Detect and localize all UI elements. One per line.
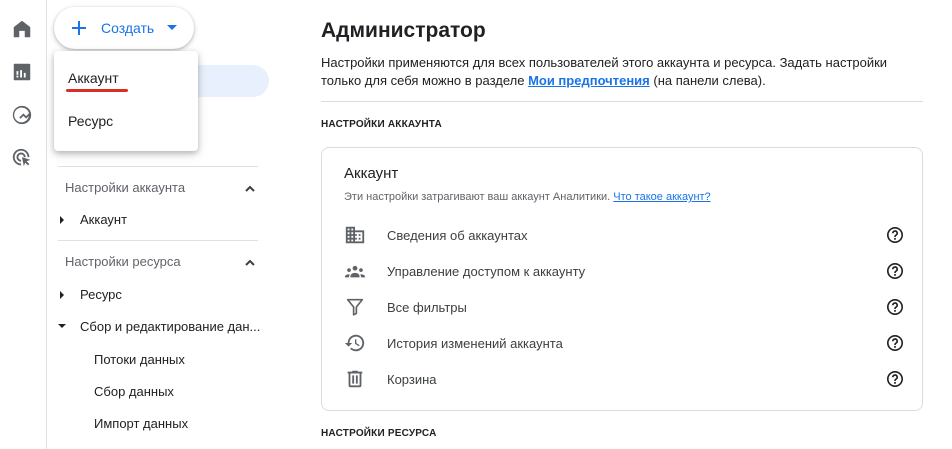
menu-item-property[interactable]: Ресурс (68, 113, 113, 129)
page-title: Администратор (321, 19, 486, 42)
help-icon[interactable] (886, 226, 904, 244)
description-text-end: (на панели слева). (649, 73, 766, 88)
expand-arrow-icon[interactable] (60, 291, 64, 299)
nav-item-data-streams[interactable]: Потоки данных (94, 352, 185, 367)
nav-item-data-collection[interactable]: Сбор и редактирование дан... (80, 319, 260, 334)
people-icon (344, 260, 366, 282)
card-subtitle: Эти настройки затрагивают ваш аккаунт Ан… (344, 191, 711, 203)
explore-icon[interactable] (10, 103, 34, 127)
nav-divider (58, 240, 258, 241)
building-icon (344, 224, 366, 246)
row-change-history[interactable]: История изменений аккаунта (344, 332, 904, 356)
nav-section-property-settings[interactable]: Настройки ресурса (65, 254, 181, 269)
row-label: Все фильтры (387, 300, 467, 315)
section-divider (321, 101, 923, 102)
chevron-up-icon[interactable] (244, 182, 256, 194)
advertising-icon[interactable] (10, 146, 34, 170)
expand-arrow-icon[interactable] (60, 216, 64, 224)
nav-item-account[interactable]: Аккаунт (80, 212, 127, 227)
help-icon[interactable] (886, 262, 904, 280)
reports-icon[interactable] (10, 60, 34, 84)
row-account-details[interactable]: Сведения об аккаунтах (344, 224, 904, 248)
nav-item-data-import[interactable]: Импорт данных (94, 416, 188, 431)
nav-item-data-collection-sub[interactable]: Сбор данных (94, 384, 174, 399)
filter-icon (344, 296, 366, 318)
collapse-arrow-icon[interactable] (58, 324, 66, 328)
page-description: Настройки применяются для всех пользоват… (321, 54, 911, 90)
row-label: Сведения об аккаунтах (387, 228, 528, 243)
create-button-label: Создать (101, 20, 155, 36)
help-icon[interactable] (886, 370, 904, 388)
what-is-account-link[interactable]: Что такое аккаунт? (613, 191, 710, 203)
row-label: Корзина (387, 372, 437, 387)
card-subtitle-text: Эти настройки затрагивают ваш аккаунт Ан… (344, 191, 614, 203)
my-preferences-link[interactable]: Мои предпочтения (528, 73, 650, 88)
left-nav: Создать Аккаунт Ресурс Настройки аккаунт… (47, 0, 277, 449)
account-settings-heading: НАСТРОЙКИ АККАУНТА (321, 119, 442, 130)
chevron-up-icon[interactable] (244, 256, 256, 268)
row-trash[interactable]: Корзина (344, 368, 904, 392)
chevron-down-icon (167, 25, 177, 30)
history-icon (344, 332, 366, 354)
account-card: Аккаунт Эти настройки затрагивают ваш ак… (321, 147, 923, 411)
help-icon[interactable] (886, 334, 904, 352)
row-label: Управление доступом к аккаунту (387, 264, 586, 279)
card-title: Аккаунт (344, 165, 399, 182)
plus-icon (72, 21, 86, 35)
home-icon[interactable] (10, 17, 34, 41)
trash-icon (344, 368, 366, 390)
menu-item-account[interactable]: Аккаунт (68, 70, 119, 86)
help-icon[interactable] (886, 298, 904, 316)
nav-item-property[interactable]: Ресурс (80, 287, 122, 302)
nav-section-account-settings[interactable]: Настройки аккаунта (65, 180, 185, 195)
left-rail (0, 0, 47, 449)
row-all-filters[interactable]: Все фильтры (344, 296, 904, 320)
nav-divider (58, 166, 258, 167)
create-dropdown-menu: Аккаунт Ресурс (54, 51, 198, 151)
row-label: История изменений аккаунта (387, 336, 563, 351)
create-button[interactable]: Создать (54, 7, 194, 49)
property-settings-heading: НАСТРОЙКИ РЕСУРСА (321, 428, 437, 439)
row-account-access[interactable]: Управление доступом к аккаунту (344, 260, 904, 284)
red-underline-annotation (66, 89, 128, 92)
